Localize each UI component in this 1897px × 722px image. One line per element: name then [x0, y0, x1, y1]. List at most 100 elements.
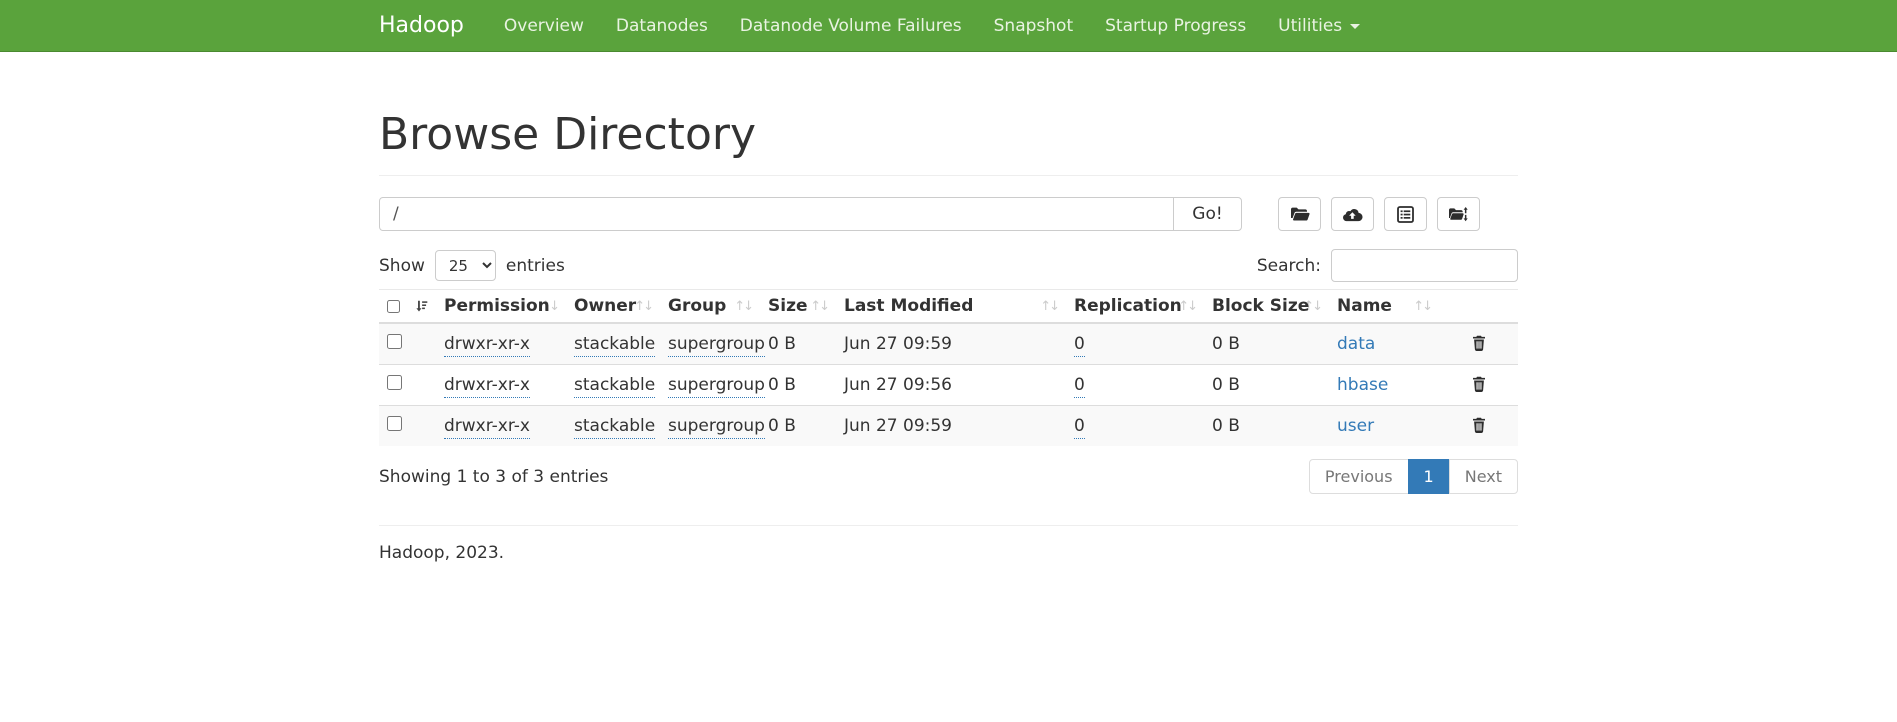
owner-value[interactable]: stackable	[574, 334, 655, 357]
footer-divider	[379, 525, 1518, 526]
group-cell: supergroup	[660, 323, 760, 365]
navbar-brand[interactable]: Hadoop	[379, 13, 464, 38]
entries-label: entries	[506, 256, 565, 276]
permission-value[interactable]: drwxr-xr-x	[444, 334, 530, 357]
directory-link[interactable]: hbase	[1337, 375, 1388, 395]
column-header-replication[interactable]: ↑↓Replication	[1066, 290, 1204, 324]
replication-cell: 0	[1066, 406, 1204, 447]
table-footer: Showing 1 to 3 of 3 entries Previous 1 N…	[379, 459, 1518, 494]
group-value[interactable]: supergroup	[668, 375, 765, 398]
directory-link[interactable]: data	[1337, 334, 1375, 354]
replication-value[interactable]: 0	[1074, 416, 1085, 439]
directory-listing-table: ↑↓Permission ↑↓Owner ↑↓Group ↑↓Size ↑↓La…	[379, 289, 1518, 446]
trash-icon	[1472, 335, 1486, 351]
size-cell: 0 B	[760, 365, 836, 406]
file-list-button[interactable]	[1384, 197, 1427, 231]
nav-item-snapshot[interactable]: Snapshot	[978, 0, 1089, 51]
go-button[interactable]: Go!	[1173, 197, 1242, 231]
permission-cell: drwxr-xr-x	[436, 365, 566, 406]
column-header-size[interactable]: ↑↓Size	[760, 290, 836, 324]
permission-value[interactable]: drwxr-xr-x	[444, 416, 530, 439]
show-label: Show	[379, 256, 425, 276]
page-title: Browse Directory	[379, 109, 1518, 160]
column-header-owner[interactable]: ↑↓Owner	[566, 290, 660, 324]
column-header-permission[interactable]: ↑↓Permission	[436, 290, 566, 324]
column-header-block-size[interactable]: ↑↓Block Size	[1204, 290, 1329, 324]
column-header-last-modified[interactable]: ↑↓Last Modified	[836, 290, 1066, 324]
actions-cell	[1439, 406, 1518, 447]
delete-button[interactable]	[1472, 417, 1486, 436]
owner-cell: stackable	[566, 365, 660, 406]
nav-item-overview[interactable]: Overview	[488, 0, 600, 51]
search-input[interactable]	[1331, 249, 1518, 282]
replication-cell: 0	[1066, 365, 1204, 406]
name-cell: hbase	[1329, 365, 1439, 406]
row-checkbox[interactable]	[387, 334, 402, 349]
permission-cell: drwxr-xr-x	[436, 406, 566, 447]
nav-item-utilities-dropdown[interactable]: Utilities	[1262, 0, 1376, 51]
owner-value[interactable]: stackable	[574, 416, 655, 439]
name-cell: user	[1329, 406, 1439, 447]
column-header-name[interactable]: ↑↓Name	[1329, 290, 1439, 324]
column-header-group[interactable]: ↑↓Group	[660, 290, 760, 324]
page-length-select[interactable]: 25	[435, 250, 496, 281]
replication-value[interactable]: 0	[1074, 375, 1085, 398]
row-select-cell	[379, 406, 436, 447]
move-file-button[interactable]	[1437, 197, 1480, 231]
group-value[interactable]: supergroup	[668, 334, 765, 357]
sort-icon[interactable]: ↑↓	[1413, 299, 1431, 314]
table-row: drwxr-xr-x stackable supergroup 0 B Jun …	[379, 323, 1518, 365]
column-header-actions	[1439, 290, 1518, 324]
permission-value[interactable]: drwxr-xr-x	[444, 375, 530, 398]
nav-item-datanodes[interactable]: Datanodes	[600, 0, 724, 51]
cloud-upload-icon	[1342, 207, 1363, 222]
trash-icon	[1472, 376, 1486, 392]
sort-icon[interactable]: ↑↓	[810, 299, 828, 314]
directory-path-input[interactable]	[379, 197, 1174, 231]
next-page-button[interactable]: Next	[1449, 459, 1518, 494]
delete-button[interactable]	[1472, 335, 1486, 354]
size-cell: 0 B	[760, 323, 836, 365]
row-select-cell	[379, 323, 436, 365]
page-1-button[interactable]: 1	[1408, 459, 1450, 494]
table-row: drwxr-xr-x stackable supergroup 0 B Jun …	[379, 365, 1518, 406]
owner-value[interactable]: stackable	[574, 375, 655, 398]
permission-cell: drwxr-xr-x	[436, 323, 566, 365]
owner-cell: stackable	[566, 406, 660, 447]
last-modified-cell: Jun 27 09:56	[836, 365, 1066, 406]
delete-button[interactable]	[1472, 376, 1486, 395]
replication-value[interactable]: 0	[1074, 334, 1085, 357]
path-bar: Go!	[379, 197, 1518, 231]
nav-item-startup-progress[interactable]: Startup Progress	[1089, 0, 1262, 51]
group-value[interactable]: supergroup	[668, 416, 765, 439]
actions-cell	[1439, 365, 1518, 406]
folder-open-icon	[1290, 206, 1310, 222]
folder-move-icon	[1448, 206, 1469, 222]
title-divider	[379, 175, 1518, 176]
sort-icon[interactable]: ↑↓	[1040, 299, 1058, 314]
path-input-group: Go!	[379, 197, 1242, 231]
sort-icon[interactable]: ↑↓	[634, 299, 652, 314]
sort-icon[interactable]: ↑↓	[734, 299, 752, 314]
footer-text: Hadoop, 2023.	[379, 543, 1518, 563]
list-sort-asc-icon[interactable]	[415, 299, 428, 313]
replication-cell: 0	[1066, 323, 1204, 365]
size-cell: 0 B	[760, 406, 836, 447]
navbar-menu: Overview Datanodes Datanode Volume Failu…	[488, 0, 1376, 51]
row-select-cell	[379, 365, 436, 406]
navbar-container: Hadoop Overview Datanodes Datanode Volum…	[379, 0, 1518, 51]
actions-cell	[1439, 323, 1518, 365]
select-all-checkbox[interactable]	[387, 299, 400, 314]
row-checkbox[interactable]	[387, 375, 402, 390]
upload-file-button[interactable]	[1331, 197, 1374, 231]
list-alt-icon	[1397, 206, 1414, 223]
directory-link[interactable]: user	[1337, 416, 1374, 436]
page-length-control: Show 25 entries	[379, 250, 565, 281]
owner-cell: stackable	[566, 323, 660, 365]
previous-page-button[interactable]: Previous	[1309, 459, 1409, 494]
row-checkbox[interactable]	[387, 416, 402, 431]
create-directory-button[interactable]	[1278, 197, 1321, 231]
last-modified-cell: Jun 27 09:59	[836, 406, 1066, 447]
top-navbar: Hadoop Overview Datanodes Datanode Volum…	[0, 0, 1897, 52]
nav-item-datanode-volume-failures[interactable]: Datanode Volume Failures	[724, 0, 978, 51]
